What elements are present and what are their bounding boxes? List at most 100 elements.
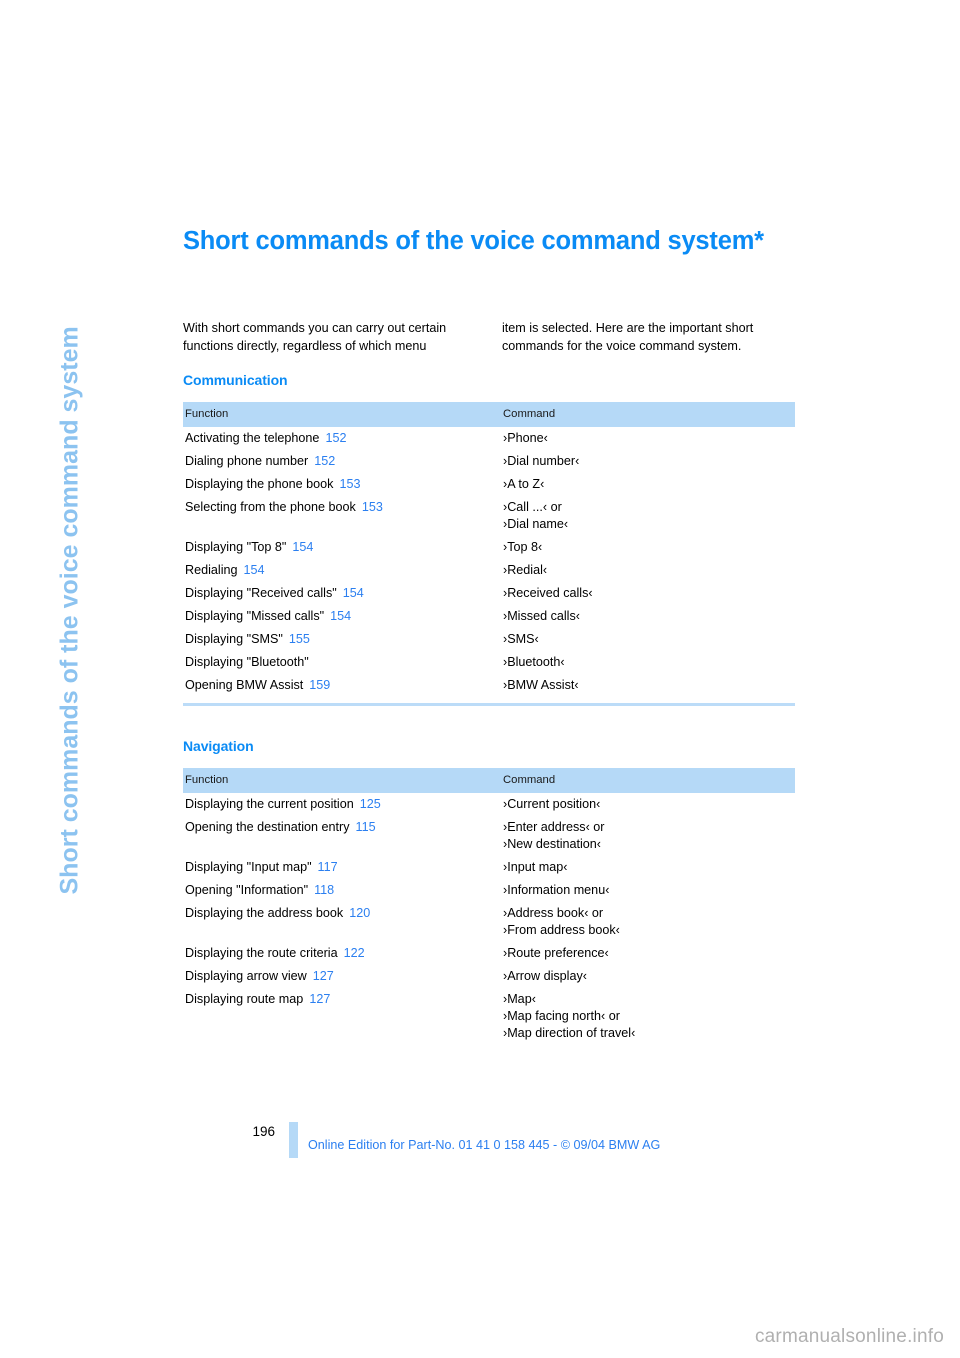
voice-command: ›Enter address‹ or [503,820,605,834]
cell-function: Displaying "Missed calls" 154 [183,605,501,628]
page-reference-link[interactable]: 159 [309,678,330,692]
voice-command: ›Bluetooth‹ [503,655,565,669]
section-divider [183,703,795,706]
cell-function: Opening "Information" 118 [183,879,501,902]
page-reference-link[interactable]: 155 [289,632,310,646]
function-label: Displaying "Input map" [185,860,312,874]
table-row: Displaying route map 127 ›Map‹ ›Map facing … [183,988,795,1045]
function-label: Opening "Information" [185,883,309,897]
table-row: Displaying the address book 120 ›Address b… [183,902,795,942]
page-number: 196 [252,1124,275,1139]
section-heading: Communication [183,372,288,388]
page-reference-link[interactable]: 120 [349,906,370,920]
page-reference-link[interactable]: 127 [313,969,334,983]
page-reference-link[interactable]: 154 [244,563,265,577]
voice-command: ›Call ...‹ or [503,500,562,514]
table-row: Displaying "SMS" 155 ›SMS‹ [183,628,795,651]
intro-right-column: item is selected. Here are the important… [502,321,754,353]
function-label: Displaying "Top 8" [185,540,287,554]
page-reference-link[interactable]: 117 [318,860,338,874]
table-row: Dialing phone number 152 ›Dial number‹ [183,450,795,473]
cell-command: ›Arrow display‹ [501,965,795,988]
function-label: Displaying the current position [185,797,354,811]
function-label: Displaying the address book [185,906,344,920]
function-label: Displaying route map [185,992,304,1006]
commands-table: Function Command Activating the telephone 1… [183,402,795,697]
function-label: Selecting from the phone book [185,500,356,514]
voice-command: ›Input map‹ [503,860,568,874]
function-label: Displaying "Missed calls" [185,609,325,623]
page-reference-link[interactable]: 153 [362,500,383,514]
cell-command: ›Bluetooth‹ [501,651,795,674]
function-label: Displaying the phone book [185,477,334,491]
cell-command: ›Information menu‹ [501,879,795,902]
table-row: Displaying "Input map" 117 ›Input map‹ [183,856,795,879]
page-reference-link[interactable]: 153 [339,477,360,491]
cell-command: ›Current position‹ [501,793,795,816]
function-label: Displaying "SMS" [185,632,283,646]
cell-function: Displaying the address book 120 [183,902,501,942]
cell-command: ›Dial number‹ [501,450,795,473]
cell-function: Selecting from the phone book 153 [183,496,501,536]
cell-command: ›Received calls‹ [501,582,795,605]
section-1: Communication Function Command Activating t… [183,372,795,706]
footer-accent-bar [289,1122,298,1158]
voice-command: ›New destination‹ [503,837,601,851]
table-row: Displaying "Top 8" 154 ›Top 8‹ [183,536,795,559]
cell-function: Displaying arrow view 127 [183,965,501,988]
manual-page: Short commands of the voice command syst… [0,0,960,1358]
page-reference-link[interactable]: 122 [344,946,365,960]
cell-function: Displaying the phone book 153 [183,473,501,496]
side-tab-title: Short commands of the voice command syst… [0,0,84,894]
voice-command: ›Current position‹ [503,797,601,811]
table-row: Displaying "Missed calls" 154 ›Missed call… [183,605,795,628]
voice-command: ›Top 8‹ [503,540,543,554]
page-reference-link[interactable]: 127 [309,992,330,1006]
table-row: Opening the destination entry 115 ›Enter a… [183,816,795,856]
table-header-row: Function Command [183,768,795,793]
voice-command: ›Map facing north‹ or [503,1009,620,1023]
function-label: Displaying arrow view [185,969,307,983]
cell-function: Displaying "SMS" 155 [183,628,501,651]
cell-command: ›Missed calls‹ [501,605,795,628]
table-row: Displaying the current position 125 ›Curre… [183,793,795,816]
page-footer: 196 Online Edition for Part-No. 01 41 0 … [0,1122,960,1162]
page-reference-link[interactable]: 152 [314,454,335,468]
table-header-row: Function Command [183,402,795,427]
column-header-command: Command [501,768,795,793]
page-reference-link[interactable]: 154 [330,609,351,623]
cell-command: ›Top 8‹ [501,536,795,559]
function-label: Displaying "Received calls" [185,586,337,600]
cell-command: ›SMS‹ [501,628,795,651]
intro-left-column: With short commands you can carry out ce… [183,321,447,353]
cell-command: ›Call ...‹ or ›Dial name‹ [501,496,795,536]
cell-function: Displaying the current position 125 [183,793,501,816]
page-reference-link[interactable]: 154 [343,586,364,600]
cell-command: ›Enter address‹ or ›New destination‹ [501,816,795,856]
page-reference-link[interactable]: 154 [292,540,313,554]
cell-command: ›Route preference‹ [501,942,795,965]
table-row: Displaying arrow view 127 ›Arrow display‹ [183,965,795,988]
cell-command: ›Phone‹ [501,427,795,450]
voice-command: ›Phone‹ [503,431,548,445]
cell-function: Opening BMW Assist 159 [183,674,501,697]
intro-paragraphs: With short commands you can carry out ce… [183,320,795,355]
cell-function: Activating the telephone 152 [183,427,501,450]
cell-function: Displaying route map 127 [183,988,501,1045]
voice-command: ›Dial name‹ [503,517,569,531]
function-label: Activating the telephone [185,431,320,445]
table-row: Displaying "Received calls" 154 ›Received … [183,582,795,605]
page-reference-link[interactable]: 152 [325,431,346,445]
cell-function: Opening the destination entry 115 [183,816,501,856]
section-2: Navigation Function Command Displaying the … [183,738,795,1045]
voice-command: ›Missed calls‹ [503,609,580,623]
voice-command: ›Map direction of travel‹ [503,1026,636,1040]
page-reference-link[interactable]: 115 [356,820,376,834]
cell-function: Displaying the route criteria 122 [183,942,501,965]
watermark: carmanualsonline.info [754,1326,944,1347]
page-reference-link[interactable]: 125 [360,797,381,811]
cell-function: Redialing 154 [183,559,501,582]
page-reference-link[interactable]: 118 [314,883,334,897]
side-tab-label: Short commands of the voice command syst… [55,326,84,895]
cell-command: ›Map‹ ›Map facing north‹ or ›Map direction… [501,988,795,1045]
